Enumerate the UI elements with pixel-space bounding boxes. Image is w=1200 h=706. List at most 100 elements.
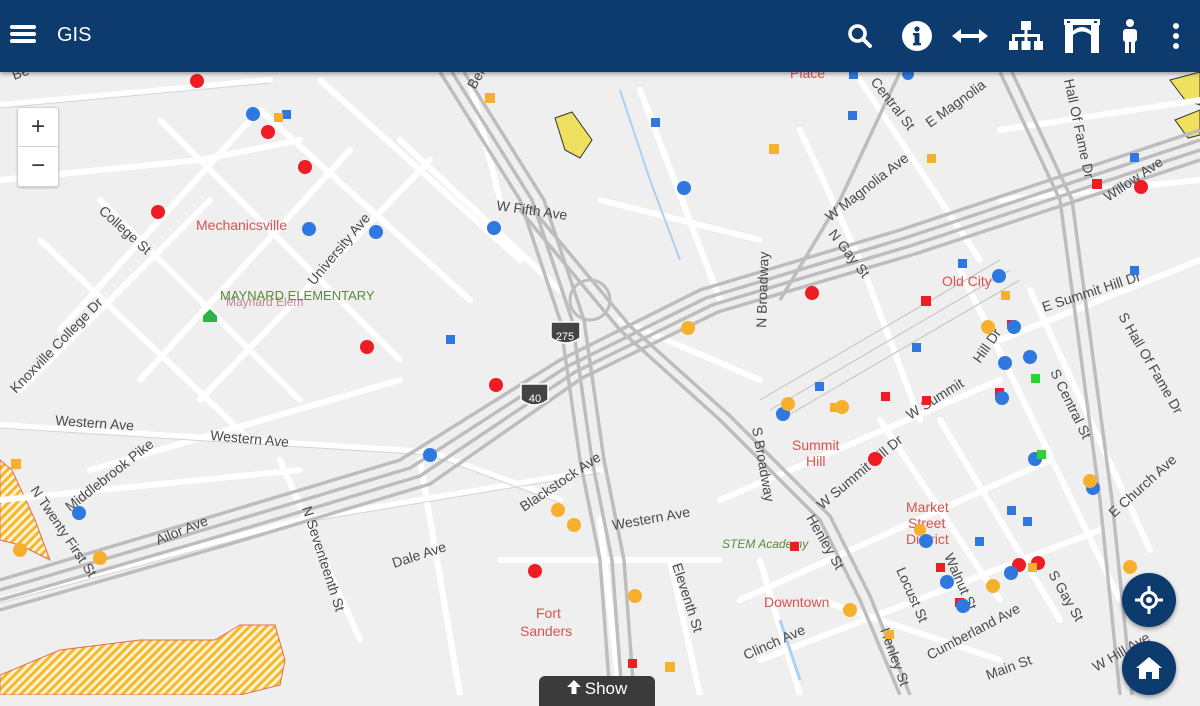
red-point <box>805 286 819 300</box>
orange-point <box>781 397 795 411</box>
blue-point <box>849 72 858 79</box>
place-label: Place <box>790 72 825 81</box>
place-label: Sanders <box>520 623 572 639</box>
red-point <box>790 542 799 551</box>
orange-point <box>13 543 27 557</box>
orange-point <box>1001 291 1010 300</box>
red-point <box>261 125 275 139</box>
red-point <box>489 378 503 392</box>
red-point <box>1092 179 1102 189</box>
blue-point <box>958 259 967 268</box>
place-label: Market <box>906 499 949 515</box>
blue-point <box>1130 153 1139 162</box>
locate-button[interactable] <box>1122 573 1176 627</box>
blue-point <box>282 110 291 119</box>
menu-icon[interactable] <box>10 22 36 48</box>
orange-point <box>551 503 565 517</box>
red-point <box>528 564 542 578</box>
home-button[interactable] <box>1122 641 1176 695</box>
svg-text:275: 275 <box>556 331 574 343</box>
blue-point <box>677 181 691 195</box>
school-label: MAYNARD ELEMENTARY <box>220 288 375 303</box>
hierarchy-icon[interactable] <box>1008 18 1044 54</box>
red-point <box>921 296 931 306</box>
orange-point <box>1083 474 1097 488</box>
more-vert-icon[interactable] <box>1158 18 1194 54</box>
show-label: Show <box>584 679 628 698</box>
place-label: Fort <box>536 605 561 621</box>
orange-point <box>1028 563 1037 572</box>
blue-point <box>998 356 1012 370</box>
measure-icon[interactable] <box>952 18 988 54</box>
place-label: Summit <box>792 437 840 453</box>
blue-point <box>992 269 1006 283</box>
orange-point <box>93 551 107 565</box>
place-label: Downtown <box>764 594 829 610</box>
blue-point <box>1023 517 1032 526</box>
zoom-out-button[interactable]: − <box>18 147 58 185</box>
app-header: GIS <box>0 0 1200 72</box>
orange-point <box>885 630 894 639</box>
home-icon <box>1136 657 1162 679</box>
orange-point <box>927 154 936 163</box>
red-point <box>868 452 882 466</box>
orange-point <box>485 93 495 103</box>
blue-point <box>956 599 970 613</box>
info-icon[interactable] <box>899 18 935 54</box>
place-label: Hill <box>806 453 825 469</box>
orange-point <box>769 144 779 154</box>
place-label: Old City <box>942 273 992 289</box>
crosshair-icon <box>1135 586 1163 614</box>
orange-point <box>11 459 21 469</box>
blue-point <box>1007 506 1016 515</box>
green-point <box>1037 450 1046 459</box>
red-point <box>190 74 204 88</box>
blue-point <box>1007 320 1021 334</box>
interstate-shield-40: 40 <box>520 383 549 406</box>
green-point <box>1031 374 1040 383</box>
blue-point <box>815 382 824 391</box>
blue-point <box>246 107 260 121</box>
street-label: N Broadway <box>753 251 772 328</box>
blue-point <box>975 537 984 546</box>
blue-point <box>446 335 455 344</box>
orange-point <box>981 320 995 334</box>
svg-text:40: 40 <box>529 393 541 405</box>
blue-point <box>912 343 921 352</box>
blue-point <box>995 391 1009 405</box>
orange-point <box>1123 560 1137 574</box>
blue-point <box>1130 266 1139 275</box>
place-label: Street <box>908 515 945 531</box>
orange-point <box>830 403 839 412</box>
red-point <box>1134 180 1148 194</box>
app-title: GIS <box>57 24 92 46</box>
blue-point <box>72 506 86 520</box>
red-point <box>298 160 312 174</box>
red-point <box>922 396 931 405</box>
blue-point <box>919 534 933 548</box>
blue-point <box>423 448 437 462</box>
orange-point <box>914 524 926 536</box>
map-canvas[interactable]: 275 40 Be Bern College St Knoxville Coll… <box>0 72 1200 695</box>
orange-point <box>274 113 283 122</box>
orange-point <box>567 518 581 532</box>
blue-point <box>1004 566 1018 580</box>
zoom-in-button[interactable]: + <box>18 108 58 147</box>
bridge-icon[interactable] <box>1064 18 1100 54</box>
blue-point <box>302 222 316 236</box>
blue-point <box>651 118 660 127</box>
orange-point <box>843 603 857 617</box>
person-icon[interactable] <box>1112 18 1148 54</box>
show-panel-button[interactable]: Show <box>539 676 655 706</box>
blue-point <box>369 225 383 239</box>
orange-point <box>681 321 695 335</box>
blue-point <box>848 111 857 120</box>
orange-point <box>665 662 675 672</box>
red-point <box>360 340 374 354</box>
place-label: Mechanicsville <box>196 217 287 233</box>
orange-point <box>986 579 1000 593</box>
blue-point <box>487 221 501 235</box>
red-point <box>628 659 637 668</box>
search-icon[interactable] <box>842 18 878 54</box>
red-point <box>151 205 165 219</box>
